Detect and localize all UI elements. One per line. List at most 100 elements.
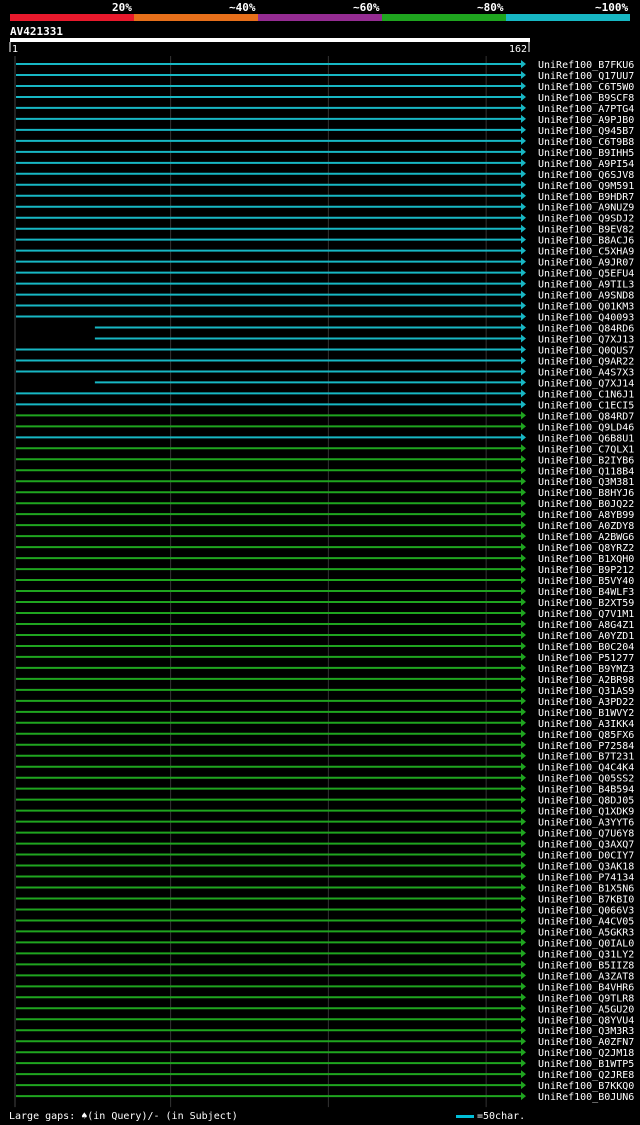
hit-label: UniRef100_C5XHA9 (538, 247, 634, 258)
alignment-arrow (521, 1015, 526, 1024)
hit-label: UniRef100_Q118B4 (538, 466, 634, 477)
hit-label: UniRef100_Q3M3R3 (538, 1026, 634, 1037)
hit-label: UniRef100_B7KBI0 (538, 894, 634, 905)
alignment-arrow (521, 685, 526, 694)
hit-label: UniRef100_Q5EFU4 (538, 269, 634, 280)
alignment-arrow (521, 740, 526, 749)
axis-start-label: 1 (12, 44, 18, 55)
alignment-arrow (521, 510, 526, 519)
alignment-arrow (521, 982, 526, 991)
hit-label: UniRef100_A5GU20 (538, 1004, 634, 1015)
alignment-arrow (521, 949, 526, 958)
hit-label: UniRef100_P51277 (538, 653, 634, 664)
alignment-arrow (521, 422, 526, 431)
scale-text: =50char. (477, 1111, 526, 1122)
hit-label: UniRef100_A5GKR3 (538, 927, 634, 938)
hit-label: UniRef100_A8YB99 (538, 510, 634, 521)
alignment-arrow (521, 114, 526, 123)
hit-label: UniRef100_A4CV05 (538, 916, 634, 927)
hit-label: UniRef100_B9YMZ3 (538, 664, 634, 675)
alignment-arrow (521, 136, 526, 145)
hit-label: UniRef100_A4S7X3 (538, 367, 634, 378)
alignment-arrow (521, 619, 526, 628)
hit-label: UniRef100_B1XQH0 (538, 554, 634, 565)
alignment-arrow (521, 367, 526, 376)
alignment-arrow (521, 411, 526, 420)
alignment-arrow (521, 92, 526, 101)
alignment-arrow (521, 883, 526, 892)
hit-label: UniRef100_B8HYJ6 (538, 488, 634, 499)
hit-label: UniRef100_A0ZDY8 (538, 521, 634, 532)
alignment-arrow (521, 894, 526, 903)
alignment-arrow (521, 202, 526, 211)
alignment-arrow (521, 795, 526, 804)
alignment-arrow (521, 1081, 526, 1090)
hit-label: UniRef100_Q2JM18 (538, 1048, 634, 1059)
hit-label: UniRef100_Q84RD6 (538, 324, 634, 335)
hit-label: UniRef100_A0YZD1 (538, 631, 634, 642)
hit-label: UniRef100_C1ECI5 (538, 400, 634, 411)
hit-label: UniRef100_Q9M591 (538, 181, 634, 192)
hit-label: UniRef100_Q6B8U1 (538, 433, 634, 444)
alignment-arrow (521, 125, 526, 134)
alignment-arrow (521, 301, 526, 310)
hit-label: UniRef100_B9EV82 (538, 225, 634, 236)
hit-label: UniRef100_Q01KM3 (538, 302, 634, 313)
alignment-arrow (521, 312, 526, 321)
hit-label: UniRef100_B9SCF8 (538, 93, 634, 104)
alignment-arrow (521, 729, 526, 738)
alignment-arrow (521, 70, 526, 79)
hit-label: UniRef100_Q31AS9 (538, 686, 634, 697)
alignment-arrow (521, 960, 526, 969)
alignment-arrow (521, 169, 526, 178)
alignment-arrow (521, 718, 526, 727)
alignment-arrow (521, 554, 526, 563)
hit-label: UniRef100_Q7U6Y8 (538, 829, 634, 840)
hit-label: UniRef100_Q3AK18 (538, 862, 634, 873)
alignment-arrow (521, 345, 526, 354)
alignment-arrow (521, 565, 526, 574)
hit-label: UniRef100_Q4C4K4 (538, 763, 634, 774)
hit-label: UniRef100_A3IKK4 (538, 719, 634, 730)
alignment-arrow (521, 993, 526, 1002)
hit-label: UniRef100_Q40093 (538, 313, 634, 324)
alignment-arrow (521, 60, 526, 68)
alignment-arrow (521, 663, 526, 672)
alignment-arrow (521, 927, 526, 936)
alignment-arrow (521, 1026, 526, 1035)
alignment-arrow (521, 587, 526, 596)
alignment-arrow (521, 806, 526, 815)
hit-label: UniRef100_Q0QUS7 (538, 345, 634, 356)
alignment-arrow (521, 839, 526, 848)
alignment-arrow (521, 499, 526, 508)
hit-label: UniRef100_A0ZFN7 (538, 1037, 634, 1048)
alignment-arrow (521, 433, 526, 442)
alignment-arrow (521, 707, 526, 716)
scale-swatch (456, 1115, 474, 1118)
alignment-arrow (521, 1092, 526, 1101)
hit-label: UniRef100_B9P212 (538, 565, 634, 576)
alignment-arrow (521, 641, 526, 650)
alignment-arrow (521, 652, 526, 661)
hit-label: UniRef100_Q7V1M1 (538, 609, 634, 620)
hit-label: UniRef100_Q05SS2 (538, 774, 634, 785)
hit-label: UniRef100_Q3AXQ7 (538, 840, 634, 851)
alignment-arrow (521, 598, 526, 607)
alignment-arrow (521, 1048, 526, 1057)
alignment-arrow (521, 103, 526, 112)
gap-legend: Large gaps: ♠(in Query)/- (in Subject) (9, 1111, 238, 1122)
alignment-arrow (521, 773, 526, 782)
alignment-arrow (521, 696, 526, 705)
alignment-arrow (521, 81, 526, 90)
hit-label: UniRef100_B0C204 (538, 642, 634, 653)
hit-label: UniRef100_Q17UU7 (538, 71, 634, 82)
hit-label: UniRef100_B9IHH5 (538, 148, 634, 159)
hit-label: UniRef100_C7QLX1 (538, 444, 634, 455)
alignment-arrow (521, 400, 526, 409)
hit-label: UniRef100_C6T5W0 (538, 82, 634, 93)
hit-label: UniRef100_Q9AR22 (538, 356, 634, 367)
hit-label: UniRef100_Q6SJV8 (538, 170, 634, 181)
hit-label: UniRef100_P72584 (538, 741, 634, 752)
alignment-arrow (521, 850, 526, 859)
alignment-arrow (521, 1059, 526, 1068)
